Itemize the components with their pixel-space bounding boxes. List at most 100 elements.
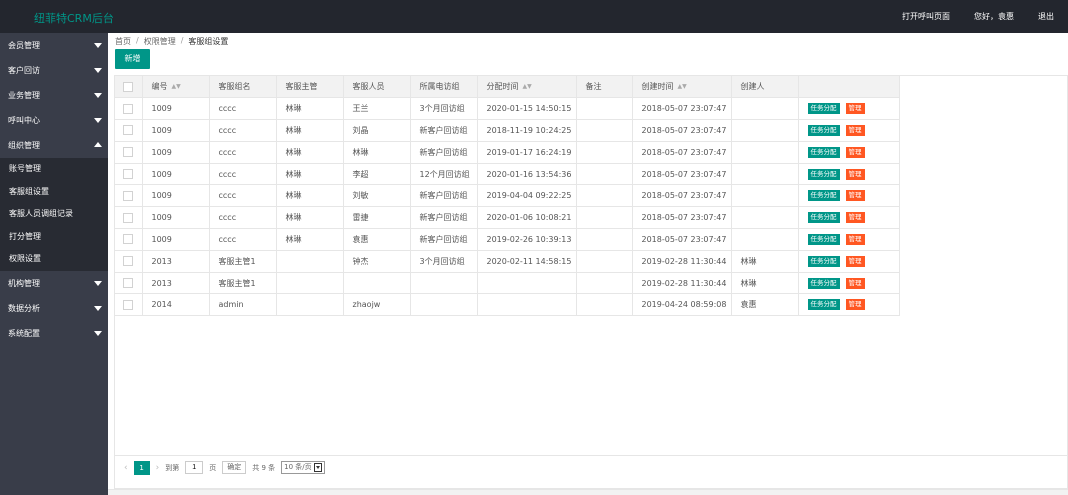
- sort-icon[interactable]: ▲▼: [523, 83, 532, 90]
- sidebar-subitem-permissions[interactable]: 权限设置: [0, 248, 108, 271]
- caret-down-icon: [94, 118, 102, 123]
- sidebar-item-revisit[interactable]: 客户回访: [0, 58, 108, 83]
- col-supervisor-cell: 林琳: [276, 119, 344, 142]
- manage-button[interactable]: 管理: [845, 190, 865, 202]
- col-staff: 客服人员: [343, 76, 411, 99]
- manage-button[interactable]: 管理: [845, 146, 865, 158]
- assign-task-button[interactable]: 任务分配: [807, 233, 840, 245]
- sidebar-item-institution[interactable]: 机构管理: [0, 271, 108, 296]
- row-checkbox[interactable]: [123, 147, 133, 158]
- assign-task-button[interactable]: 任务分配: [807, 103, 840, 115]
- manage-button[interactable]: 管理: [845, 255, 865, 267]
- row-checkbox[interactable]: [123, 125, 133, 136]
- sidebar-item-system[interactable]: 系统配置: [0, 321, 108, 346]
- row-checkbox[interactable]: [123, 299, 133, 310]
- sidebar-item-label: 客户回访: [8, 66, 40, 75]
- top-nav: 打开呼叫页面 您好，袁惠 退出: [902, 11, 1054, 22]
- sidebar-item-organization[interactable]: 组织管理: [0, 133, 108, 158]
- col-supervisor-cell: 林琳: [276, 228, 344, 251]
- col-assign-time-cell: 2020-02-11 14:58:15: [477, 250, 577, 273]
- row-checkbox[interactable]: [123, 190, 133, 201]
- col-call-group: 所属电访组: [410, 76, 478, 99]
- assign-task-button[interactable]: 任务分配: [807, 277, 840, 289]
- manage-button[interactable]: 管理: [845, 299, 865, 311]
- caret-down-icon: [94, 93, 102, 98]
- manage-button[interactable]: 管理: [845, 168, 865, 180]
- footer-strip: [108, 489, 1068, 495]
- assign-task-button[interactable]: 任务分配: [807, 168, 840, 180]
- sidebar-subitem-service-groups[interactable]: 客服组设置: [0, 181, 108, 204]
- col-remark-cell: [576, 293, 633, 317]
- col-id-cell: 1009: [142, 163, 210, 186]
- assign-task-button[interactable]: 任务分配: [807, 124, 840, 136]
- col-staff-cell: zhaojw: [343, 293, 411, 317]
- goto-page-input[interactable]: [185, 461, 204, 474]
- sort-icon[interactable]: ▲▼: [172, 83, 181, 90]
- col-id-cell: 1009: [142, 141, 210, 164]
- sidebar-item-callcenter[interactable]: 呼叫中心: [0, 108, 108, 133]
- col-call-group-cell: [410, 272, 478, 295]
- col-call-group-cell: 3个月回访组: [410, 250, 478, 273]
- current-page[interactable]: 1: [133, 460, 150, 475]
- select-all-checkbox[interactable]: [123, 81, 133, 92]
- row-select-cell: [115, 228, 143, 251]
- col-group-name-cell: cccc: [209, 228, 277, 251]
- col-create-time-cell: 2019-04-24 08:59:08: [632, 293, 732, 317]
- row-select-cell: [115, 97, 143, 121]
- sort-icon[interactable]: ▲▼: [678, 83, 687, 90]
- manage-button[interactable]: 管理: [845, 233, 865, 245]
- sidebar-subitem-transfer-records[interactable]: 客服人员调组记录: [0, 203, 108, 226]
- sidebar-item-business[interactable]: 业务管理: [0, 83, 108, 108]
- brand-logo[interactable]: 纽菲特CRM后台: [34, 10, 114, 26]
- add-button[interactable]: 新增: [115, 49, 150, 69]
- sidebar-item-label: 业务管理: [8, 91, 40, 100]
- prev-page-icon[interactable]: ‹: [124, 463, 128, 473]
- user-greeting[interactable]: 您好，袁惠: [974, 11, 1014, 22]
- col-remark-cell: [576, 119, 633, 142]
- col-remark-cell: [576, 97, 633, 121]
- assign-task-button[interactable]: 任务分配: [807, 190, 840, 202]
- manage-button[interactable]: 管理: [845, 103, 865, 115]
- breadcrumb-permissions[interactable]: 权限管理: [144, 36, 176, 47]
- manage-button[interactable]: 管理: [845, 277, 865, 289]
- col-create-time[interactable]: 创建时间 ▲▼: [632, 76, 732, 99]
- row-checkbox[interactable]: [123, 169, 133, 180]
- breadcrumb-home[interactable]: 首页: [115, 36, 131, 47]
- logout-link[interactable]: 退出: [1038, 11, 1054, 22]
- sidebar-subitem-scoring[interactable]: 打分管理: [0, 226, 108, 249]
- row-checkbox[interactable]: [123, 256, 133, 267]
- col-id-cell: 2014: [142, 293, 210, 317]
- assign-task-button[interactable]: 任务分配: [807, 146, 840, 158]
- sidebar-subitem-accounts[interactable]: 账号管理: [0, 158, 108, 181]
- row-select-cell: [115, 250, 143, 273]
- col-supervisor-cell: 林琳: [276, 141, 344, 164]
- manage-button[interactable]: 管理: [845, 124, 865, 136]
- row-checkbox[interactable]: [123, 103, 133, 114]
- assign-task-button[interactable]: 任务分配: [807, 212, 840, 224]
- col-remark-cell: [576, 228, 633, 251]
- row-checkbox[interactable]: [123, 278, 133, 289]
- col-create-time-cell: 2018-05-07 23:07:47: [632, 228, 732, 251]
- col-id[interactable]: 编号 ▲▼: [142, 76, 210, 99]
- goto-confirm-button[interactable]: 确定: [222, 461, 247, 474]
- row-checkbox[interactable]: [123, 212, 133, 223]
- actions-cell: 任务分配 管理: [798, 163, 900, 186]
- sidebar-item-label: 组织管理: [8, 141, 40, 150]
- assign-task-button[interactable]: 任务分配: [807, 255, 840, 267]
- col-assign-time[interactable]: 分配时间 ▲▼: [477, 76, 577, 99]
- page-size-select[interactable]: 10 条/页: [281, 461, 325, 474]
- col-actions: [798, 76, 900, 99]
- breadcrumb-separator: /: [180, 36, 184, 45]
- open-call-page-link[interactable]: 打开呼叫页面: [902, 11, 950, 22]
- col-create-time-cell: 2018-05-07 23:07:47: [632, 206, 732, 230]
- next-page-icon[interactable]: ›: [156, 463, 160, 473]
- manage-button[interactable]: 管理: [845, 212, 865, 224]
- row-select-cell: [115, 293, 143, 317]
- row-checkbox[interactable]: [123, 234, 133, 245]
- assign-task-button[interactable]: 任务分配: [807, 299, 840, 311]
- col-assign-time-cell: 2020-01-06 10:08:21: [477, 206, 577, 230]
- sidebar-item-member[interactable]: 会员管理: [0, 33, 108, 58]
- sidebar-item-analytics[interactable]: 数据分析: [0, 296, 108, 321]
- table-row: 2013 客服主管1 钟杰 3个月回访组 2020-02-11 14:58:15 2019…: [115, 250, 900, 273]
- sidebar-item-label: 呼叫中心: [8, 116, 40, 125]
